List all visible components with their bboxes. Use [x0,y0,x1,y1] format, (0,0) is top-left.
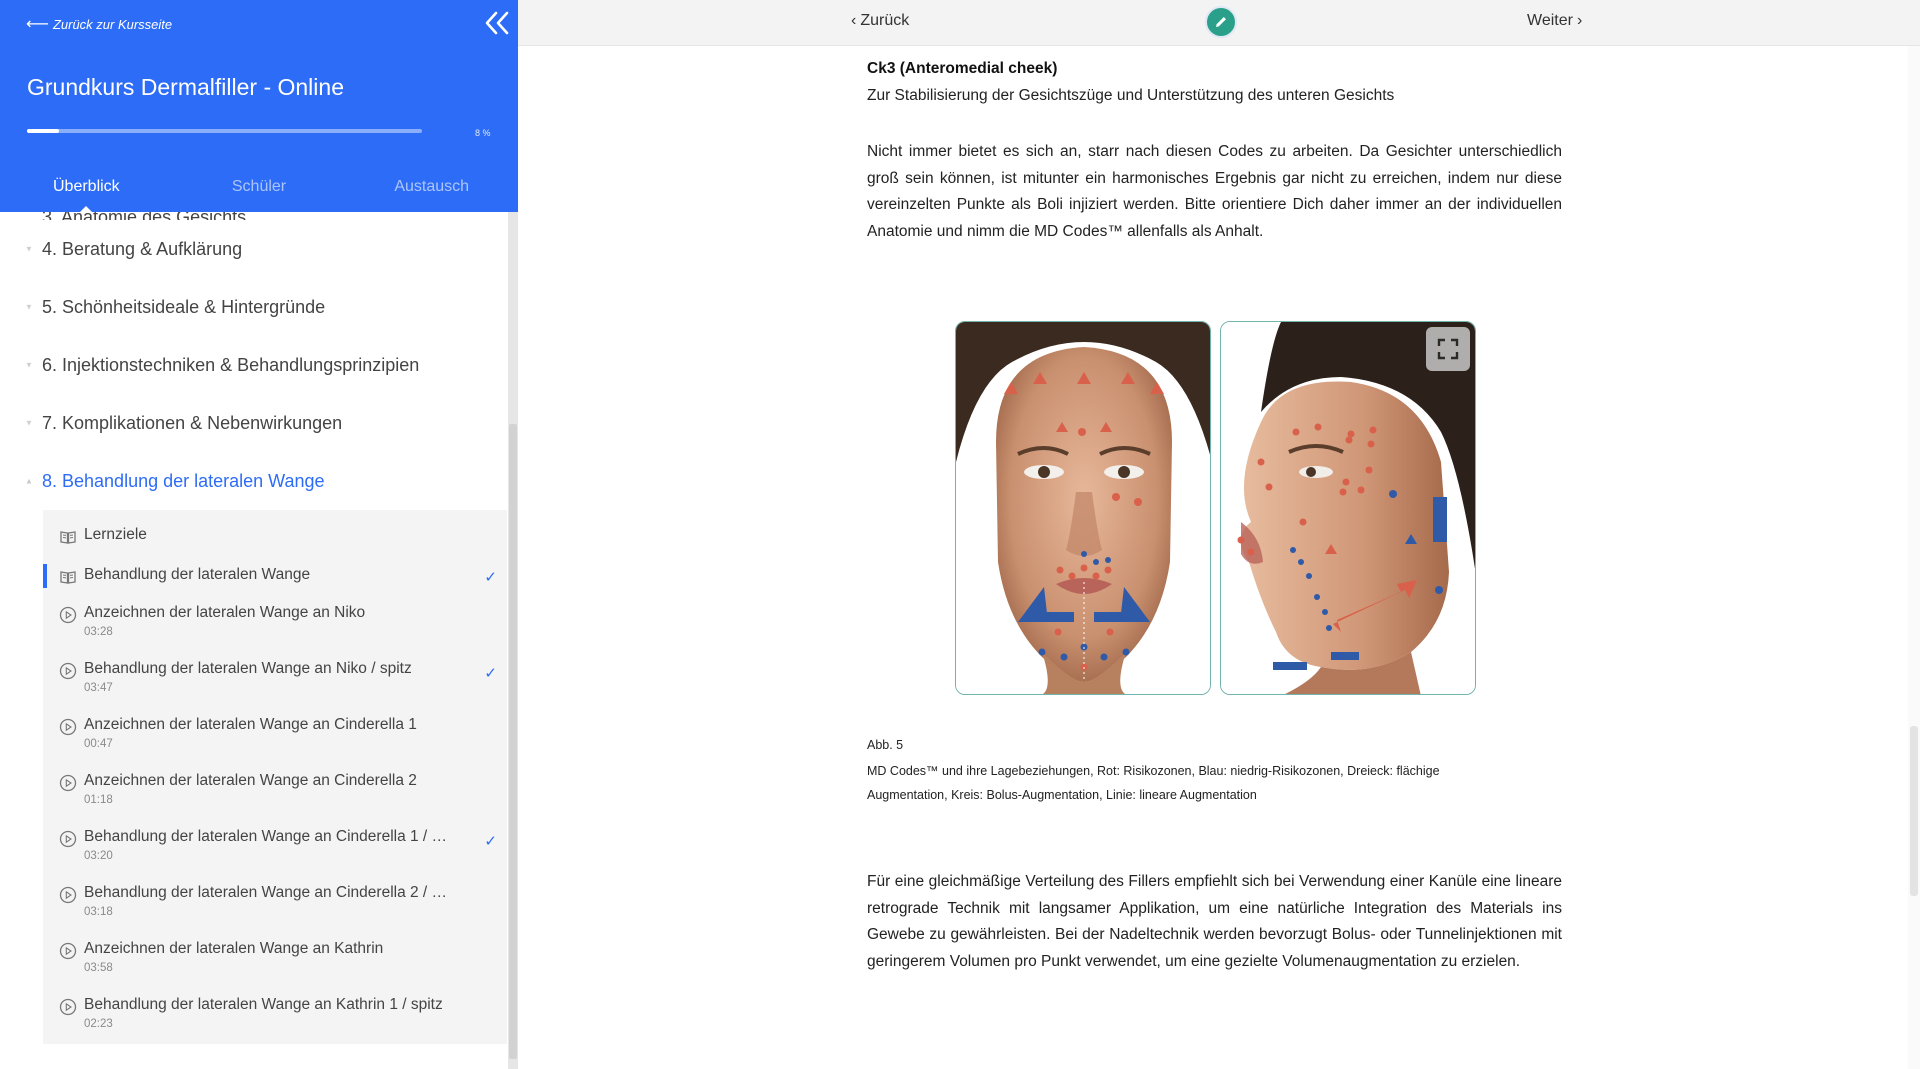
play-circle-icon [59,662,77,680]
lesson-title: Behandlung der lateralen Wange an Cinder… [84,828,448,845]
sidebar-scrollbar-thumb[interactable] [509,424,517,1059]
lesson-item[interactable]: Anzeichnen der lateralen Wange an Cinder… [43,708,507,764]
checkmark-icon: ✓ [484,833,497,850]
lesson-list: Lernziele Behandlung der lateralen Wange… [43,510,507,1044]
lesson-title: Anzeichnen der lateralen Wange an Cinder… [84,716,417,733]
lesson-item[interactable]: Behandlung der lateralen Wange an Cinder… [43,820,507,876]
course-progress-bar [27,129,422,133]
previous-label: Zurück [860,12,910,29]
lesson-item[interactable]: Behandlung der lateralen Wange an Niko /… [43,652,507,708]
caret-down-icon: ▼ [25,360,33,370]
chapter-6[interactable]: ▼ 6. Injektionstechniken & Behandlungspr… [0,336,508,394]
edit-button[interactable] [1205,6,1237,38]
collapse-sidebar-icon[interactable] [482,10,512,36]
lesson-item-current[interactable]: Behandlung der lateralen Wange ✓ [43,556,507,596]
course-progress-label: 8 % [475,128,491,138]
lesson-item[interactable]: Lernziele [43,516,507,556]
caret-down-icon: ▼ [25,418,33,428]
lesson-item[interactable]: Anzeichnen der lateralen Wange an Cinder… [43,764,507,820]
back-to-course-link[interactable]: ⟵ Zurück zur Kursseite [26,14,172,34]
figure-caption: MD Codes™ und ihre Lagebeziehungen, Rot:… [867,764,1440,802]
paragraph: Für eine gleichmäßige Verteilung des Fil… [867,873,1562,970]
chevron-left-icon: ‹ [851,12,857,29]
lesson-duration: 03:18 [84,906,113,918]
lesson-title: Behandlung der lateralen Wange an Cinder… [84,884,448,901]
lesson-duration: 02:23 [84,1018,113,1030]
content-scrollbar-thumb[interactable] [1910,726,1918,896]
play-circle-icon [59,942,77,960]
chevron-right-icon: › [1576,12,1583,29]
lesson-duration: 00:47 [84,738,113,750]
next-lesson-button[interactable]: Weiter › [1527,12,1582,30]
previous-lesson-button[interactable]: ‹ Zurück [851,12,909,30]
lesson-title: Behandlung der lateralen Wange an Niko /… [84,660,412,677]
lesson-content: Ck3 (Anteromedial cheek) Zur Stabilisier… [867,46,1562,1069]
section-heading: Ck3 (Anteromedial cheek) [867,60,1058,77]
lesson-item[interactable]: Behandlung der lateralen Wange an Cinder… [43,876,507,932]
chapter-4[interactable]: ▼ 4. Beratung & Aufklärung [0,220,508,278]
chapter-label: 8. Behandlung der lateralen Wange [42,470,325,491]
play-circle-icon [59,998,77,1016]
pencil-icon [1216,17,1226,27]
caret-down-icon: ▼ [25,302,33,312]
lesson-title: Lernziele [84,526,147,543]
play-circle-icon [59,606,77,624]
chapter-7[interactable]: ▼ 7. Komplikationen & Nebenwirkungen [0,394,508,452]
lesson-navigation-bar: ‹ Zurück Weiter › [518,0,1920,46]
lesson-duration: 03:20 [84,850,113,862]
tab-overview[interactable]: Überblick [0,168,173,212]
play-circle-icon [59,830,77,848]
lesson-duration: 03:47 [84,682,113,694]
course-sidebar: 3. Anatomie des Gesichts ▼ 4. Beratung &… [0,0,518,1069]
lesson-item[interactable]: Behandlung der lateralen Wange an Kathri… [43,988,507,1044]
md-codes-figure [955,321,1476,695]
face-front-image [955,321,1211,695]
face-side-image [1220,321,1476,695]
lesson-duration: 01:18 [84,794,113,806]
section-subheading: Zur Stabilisierung der Gesichtszüge und … [867,87,1395,104]
back-to-course-label: Zurück zur Kursseite [52,16,173,32]
lesson-duration: 03:58 [84,962,113,974]
caret-down-icon: ▼ [25,244,33,254]
course-title: Grundkurs Dermalfiller - Online [27,74,344,100]
checkmark-icon: ✓ [484,569,497,586]
lesson-title: Behandlung der lateralen Wange [84,566,311,583]
tab-students[interactable]: Schüler [173,168,346,212]
lesson-title: Behandlung der lateralen Wange an Kathri… [84,996,443,1013]
figure-label: Abb. 5 [867,738,904,752]
arrow-left-icon: ⟵ [26,16,49,33]
checkmark-icon: ✓ [484,665,497,682]
play-circle-icon [59,718,77,736]
chapter-8[interactable]: ▲ 8. Behandlung der lateralen Wange [0,452,508,510]
lesson-duration: 03:28 [84,626,113,638]
chapter-label: 5. Schönheitsideale & Hintergründe [42,296,326,317]
lesson-title: Anzeichnen der lateralen Wange an Niko [84,604,366,621]
tab-exchange[interactable]: Austausch [345,168,518,212]
book-icon [60,531,76,544]
course-outline[interactable]: 3. Anatomie des Gesichts ▼ 4. Beratung &… [0,196,508,1069]
lesson-item[interactable]: Anzeichnen der lateralen Wange an Kathri… [43,932,507,988]
next-label: Weiter [1527,12,1573,29]
paragraph: Nicht immer bietet es sich an, starr nac… [867,143,1562,240]
chapter-label: 6. Injektionstechniken & Behandlungsprin… [42,354,420,375]
play-circle-icon [59,774,77,792]
sidebar-tabs: Überblick Schüler Austausch [0,168,518,212]
caret-up-icon: ▲ [25,476,33,486]
expand-icon [1437,338,1459,360]
course-progress-fill [27,129,59,133]
lesson-title: Anzeichnen der lateralen Wange an Cinder… [84,772,417,789]
chapter-5[interactable]: ▼ 5. Schönheitsideale & Hintergründe [0,278,508,336]
lesson-item[interactable]: Anzeichnen der lateralen Wange an Niko 0… [43,596,507,652]
chapter-label: 7. Komplikationen & Nebenwirkungen [42,412,343,433]
sidebar-scrollbar[interactable] [508,212,518,1069]
chapter-label: 4. Beratung & Aufklärung [42,238,243,259]
fullscreen-button[interactable] [1426,327,1470,371]
lesson-title: Anzeichnen der lateralen Wange an Kathri… [84,940,384,957]
content-scrollbar[interactable] [1908,46,1920,1069]
play-circle-icon [59,886,77,904]
book-icon [60,571,76,584]
sidebar-header: ⟵ Zurück zur Kursseite Grundkurs Dermalf… [0,0,518,212]
